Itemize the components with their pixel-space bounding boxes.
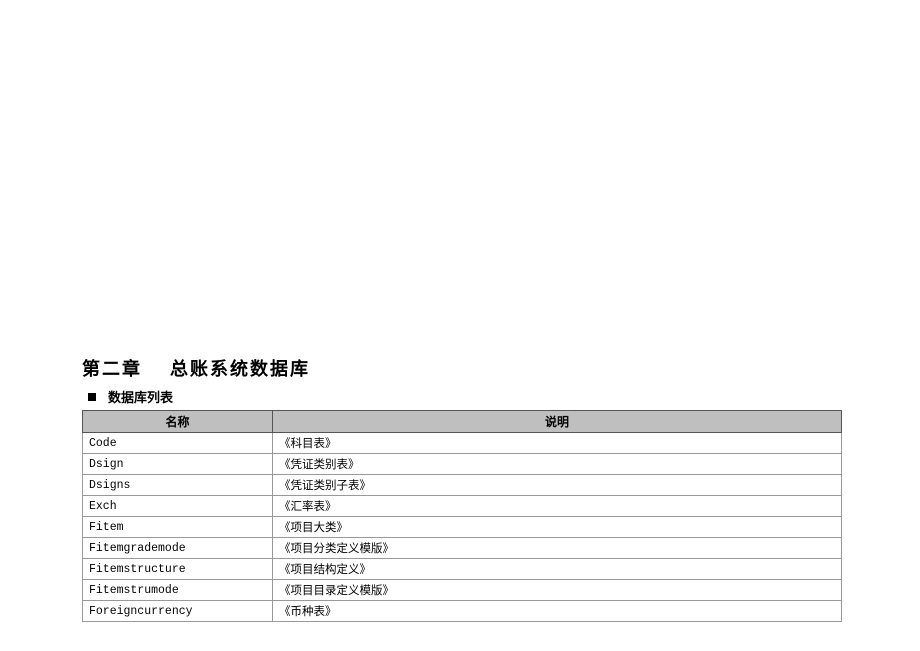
- header-desc: 说明: [273, 411, 842, 433]
- document-content: 第二章 总账系统数据库 数据库列表 名称 说明 Code 《科目表》 Dsign …: [82, 355, 842, 622]
- cell-desc: 《凭证类别表》: [273, 454, 842, 475]
- cell-desc: 《项目大类》: [273, 517, 842, 538]
- header-name: 名称: [83, 411, 273, 433]
- cell-name: Code: [83, 433, 273, 454]
- cell-name: Dsign: [83, 454, 273, 475]
- cell-name: Fitemstructure: [83, 559, 273, 580]
- chapter-title: 第二章 总账系统数据库: [82, 355, 842, 381]
- table-row: Exch 《汇率表》: [83, 496, 842, 517]
- cell-name: Foreigncurrency: [83, 601, 273, 622]
- table-row: Fitemgrademode 《项目分类定义模版》: [83, 538, 842, 559]
- subheading-row: 数据库列表: [82, 387, 842, 406]
- cell-desc: 《项目分类定义模版》: [273, 538, 842, 559]
- cell-desc: 《项目结构定义》: [273, 559, 842, 580]
- cell-name: Exch: [83, 496, 273, 517]
- table-body: Code 《科目表》 Dsign 《凭证类别表》 Dsigns 《凭证类别子表》…: [83, 433, 842, 622]
- square-bullet-icon: [88, 393, 96, 401]
- cell-name: Fitemstrumode: [83, 580, 273, 601]
- cell-name: Fitem: [83, 517, 273, 538]
- cell-desc: 《币种表》: [273, 601, 842, 622]
- cell-name: Dsigns: [83, 475, 273, 496]
- table-row: Dsigns 《凭证类别子表》: [83, 475, 842, 496]
- cell-desc: 《项目目录定义模版》: [273, 580, 842, 601]
- table-row: Fitem 《项目大类》: [83, 517, 842, 538]
- cell-desc: 《科目表》: [273, 433, 842, 454]
- database-list-table: 名称 说明 Code 《科目表》 Dsign 《凭证类别表》 Dsigns 《凭…: [82, 410, 842, 622]
- table-row: Foreigncurrency 《币种表》: [83, 601, 842, 622]
- cell-name: Fitemgrademode: [83, 538, 273, 559]
- table-row: Fitemstrumode 《项目目录定义模版》: [83, 580, 842, 601]
- cell-desc: 《汇率表》: [273, 496, 842, 517]
- table-header-row: 名称 说明: [83, 411, 842, 433]
- table-row: Dsign 《凭证类别表》: [83, 454, 842, 475]
- chapter-name: 总账系统数据库: [170, 359, 310, 379]
- chapter-number: 第二章: [82, 359, 142, 379]
- cell-desc: 《凭证类别子表》: [273, 475, 842, 496]
- table-row: Code 《科目表》: [83, 433, 842, 454]
- subheading-text: 数据库列表: [108, 387, 173, 406]
- table-row: Fitemstructure 《项目结构定义》: [83, 559, 842, 580]
